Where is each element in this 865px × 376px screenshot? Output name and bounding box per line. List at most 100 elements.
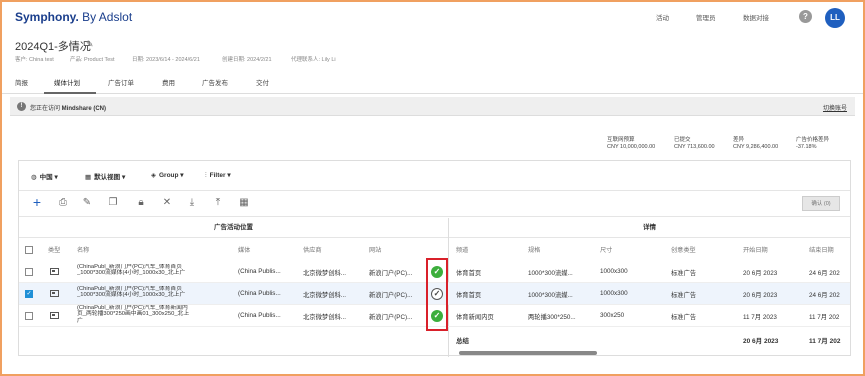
top-bar: Symphony. By Adslot 活动 管理员 数据对接 ? LL — [2, 2, 863, 28]
tab-brief[interactable]: 简报 — [15, 77, 28, 87]
left-section-header: 广告活动位置 — [19, 218, 448, 238]
tab-orders[interactable]: 广告订单 — [108, 77, 134, 87]
budget-label: 广告价格差异 — [796, 137, 830, 143]
horizontal-scrollbar[interactable] — [459, 351, 597, 355]
select-all-checkbox[interactable] — [25, 246, 33, 254]
total-start-date: 20 6月 2023 — [743, 338, 779, 345]
meta-dates: 日期: 2023/6/14 - 2024/6/21 — [132, 57, 200, 63]
banner-agency: Mindshare (CN) — [61, 106, 107, 112]
lock-icon[interactable]: 🔒︎ — [134, 197, 148, 208]
switch-account-link[interactable]: 切换账号 — [823, 103, 847, 112]
col-spec[interactable]: 规格 — [528, 245, 540, 254]
symphony-logo[interactable]: Symphony. By Adslot — [15, 10, 132, 24]
row-name[interactable]: (ChinaPubl_新浪门户(PC)汽车_体育首页 _1000*300流媒体(4… — [77, 264, 229, 277]
upload-icon[interactable]: ⤒ — [211, 197, 225, 208]
view-label: 默认视图 — [94, 174, 121, 181]
row-start-date: 11 7月 2023 — [743, 314, 777, 321]
col-end-date[interactable]: 结束日期 — [809, 245, 834, 254]
save-icon[interactable]: ⎙ — [56, 197, 70, 208]
nav-data-integration[interactable]: 数据对接 — [743, 12, 769, 22]
view-dropdown[interactable]: ▦ 默认视图 ▾ — [85, 171, 125, 181]
meta-created: 创建日期: 2024/2/21 — [222, 57, 272, 63]
row-creative-type: 标准广告 — [671, 292, 697, 299]
row-spec: 两轮播300*250... — [528, 314, 576, 321]
confirm-button[interactable]: 确认 (0) — [802, 196, 840, 211]
row-channel: 体育新闻内页 — [456, 314, 494, 321]
table-icon[interactable]: ▦ — [237, 197, 251, 208]
filter-bar: ◍ 中国 ▾ ▦ 默认视图 ▾ ◈ Group ▾ ⫶ Filter ▾ — [19, 161, 850, 191]
filter-label: Filter — [209, 172, 226, 179]
add-icon[interactable]: + — [30, 194, 44, 210]
user-avatar[interactable]: LL — [825, 8, 845, 28]
row-checkbox[interactable]: ✓ — [25, 290, 33, 298]
info-icon: ! — [17, 102, 26, 111]
meta-product: 产品: Product Test — [70, 57, 115, 63]
col-type[interactable]: 类型 — [48, 245, 60, 254]
col-vendor[interactable]: 供应商 — [303, 245, 322, 254]
row-end-date: 11 7月 202 — [809, 314, 840, 321]
row-channel: 体育首页 — [456, 270, 482, 277]
row-name[interactable]: (ChinaPubl_新浪门户(PC)汽车_体育新闻内 页_两轮播300*250画… — [77, 305, 229, 324]
row-name-line: 广 — [77, 317, 83, 324]
nav-admin[interactable]: 管理员 — [696, 12, 716, 22]
tab-trafficking[interactable]: 广告发布 — [202, 77, 228, 87]
display-ad-icon — [50, 290, 59, 297]
right-section-header: 详情 — [449, 218, 850, 238]
globe-icon: ◍ — [31, 174, 37, 181]
row-site: 新浪门户(PC)... — [369, 292, 413, 299]
row-media: (China Publis... — [238, 290, 281, 297]
action-toolbar: + ⎙ ✎ ❐ 🔒︎ ✕ ⤓ ⤒ ▦ 确认 (0) — [19, 191, 850, 217]
edit-icon[interactable]: ✎ — [80, 197, 94, 208]
tab-delivery[interactable]: 交付 — [256, 77, 269, 87]
budget-variance: 差异 CNY 9,286,400.00 — [733, 137, 778, 151]
row-checkbox[interactable] — [25, 312, 33, 320]
filter-dropdown[interactable]: ⫶ Filter ▾ — [205, 171, 231, 180]
region-dropdown[interactable]: ◍ 中国 ▾ — [31, 171, 58, 181]
status-highlight-box — [426, 258, 448, 331]
budget-value: CNY 9,286,400.00 — [733, 144, 779, 150]
row-size: 1000x300 — [600, 268, 628, 275]
row-name-line: _1000*300流媒体(4小时_1000x30_北上广 — [77, 270, 186, 277]
budget-label: 差异 — [733, 137, 745, 143]
budget-value: CNY 10,000,000.00 — [607, 144, 656, 150]
row-name[interactable]: (ChinaPubl_新浪门户(PC)汽车_体育首页 _1000*300流媒体(4… — [77, 286, 229, 299]
col-creative-type[interactable]: 创意类型 — [671, 245, 696, 254]
col-channel[interactable]: 频道 — [456, 245, 468, 254]
row-vendor: 北京微梦创科... — [303, 314, 347, 321]
budget-internet: 互联网预算 CNY 10,000,000.00 — [607, 137, 655, 151]
col-site[interactable]: 网站 — [369, 245, 381, 254]
layers-icon: ◈ — [151, 172, 156, 179]
row-size: 1000x300 — [600, 290, 628, 297]
campaign-tabs: 简报 媒体计划 广告订单 费用 广告发布 交付 — [2, 70, 863, 94]
col-start-date[interactable]: 开始日期 — [743, 245, 768, 254]
campaign-title: 2024Q1-多情况 — [15, 41, 91, 53]
row-vendor: 北京微梦创科... — [303, 270, 347, 277]
tab-costs[interactable]: 费用 — [162, 77, 175, 87]
row-site: 新浪门户(PC)... — [369, 270, 413, 277]
budget-value: CNY 713,600.00 — [674, 144, 715, 150]
help-icon[interactable]: ? — [799, 10, 812, 23]
filter-icon: ⫶ — [205, 172, 207, 179]
delete-icon[interactable]: ✕ — [160, 197, 174, 208]
row-channel: 体育首页 — [456, 292, 482, 299]
col-size[interactable]: 尺寸 — [600, 245, 612, 254]
download-icon[interactable]: ⤓ — [185, 197, 199, 208]
col-media[interactable]: 媒体 — [238, 245, 250, 254]
logo-brand: Symphony. — [15, 10, 79, 24]
meta-agency-contact: 代理联系人: Lily Li — [291, 57, 336, 63]
edit-title-icon[interactable]: ✎ — [86, 39, 94, 50]
copy-icon[interactable]: ❐ — [106, 197, 120, 208]
tab-media-plan[interactable]: 媒体计划 — [54, 77, 80, 87]
meta-customer: 客户: China test — [15, 57, 54, 63]
agency-banner: ! 您正在访问 Mindshare (CN) 切换账号 — [10, 97, 855, 116]
total-end-date: 11 7月 202 — [809, 338, 841, 345]
banner-text: 您正在访问 Mindshare (CN) — [30, 103, 106, 112]
row-checkbox[interactable] — [25, 268, 33, 276]
nav-campaigns[interactable]: 活动 — [656, 12, 669, 22]
row-start-date: 20 6月 2023 — [743, 270, 778, 277]
row-spec: 1000*300流媒... — [528, 292, 573, 299]
total-label: 总结 — [456, 338, 469, 345]
group-dropdown[interactable]: ◈ Group ▾ — [151, 171, 184, 179]
col-name[interactable]: 名称 — [77, 245, 89, 254]
row-size: 300x250 — [600, 312, 625, 319]
